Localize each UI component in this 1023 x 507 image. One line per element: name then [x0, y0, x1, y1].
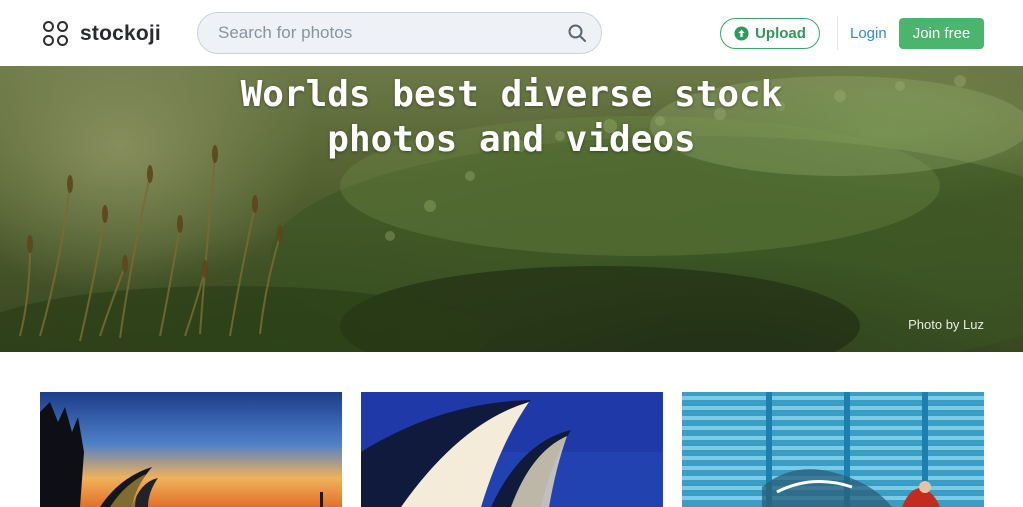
login-link[interactable]: Login	[850, 25, 887, 42]
nav-divider	[837, 16, 838, 50]
search-icon[interactable]	[567, 23, 587, 43]
join-free-button[interactable]: Join free	[899, 18, 984, 49]
hero-banner: Worlds best diverse stock photos and vid…	[0, 66, 1023, 352]
gallery-photo-opera-house-sails[interactable]	[361, 392, 663, 507]
upload-button[interactable]: Upload	[720, 18, 820, 49]
gallery-photo-sunset-opera-house[interactable]	[40, 392, 342, 507]
upload-arrow-icon	[734, 26, 749, 41]
brand-logo[interactable]: stockoji	[43, 21, 161, 47]
photo-thumbnail	[361, 392, 663, 507]
photo-gallery	[40, 392, 984, 507]
search-bar	[197, 12, 602, 54]
brand-name: stockoji	[80, 22, 161, 45]
hero-title-line-2: photos and videos	[327, 119, 696, 160]
photo-credit-link[interactable]: Photo by Luz	[908, 317, 984, 332]
top-navbar: stockoji Upload Login Join free	[0, 0, 1023, 66]
photo-thumbnail	[682, 392, 984, 507]
hero-title: Worlds best diverse stock photos and vid…	[0, 72, 1023, 162]
hero-title-line-1: Worlds best diverse stock	[240, 74, 783, 115]
four-circles-logo-icon	[43, 21, 69, 47]
upload-button-label: Upload	[755, 25, 806, 42]
photo-thumbnail	[40, 392, 342, 507]
gallery-photo-graffiti-wall[interactable]	[682, 392, 984, 507]
search-input[interactable]	[218, 13, 558, 53]
